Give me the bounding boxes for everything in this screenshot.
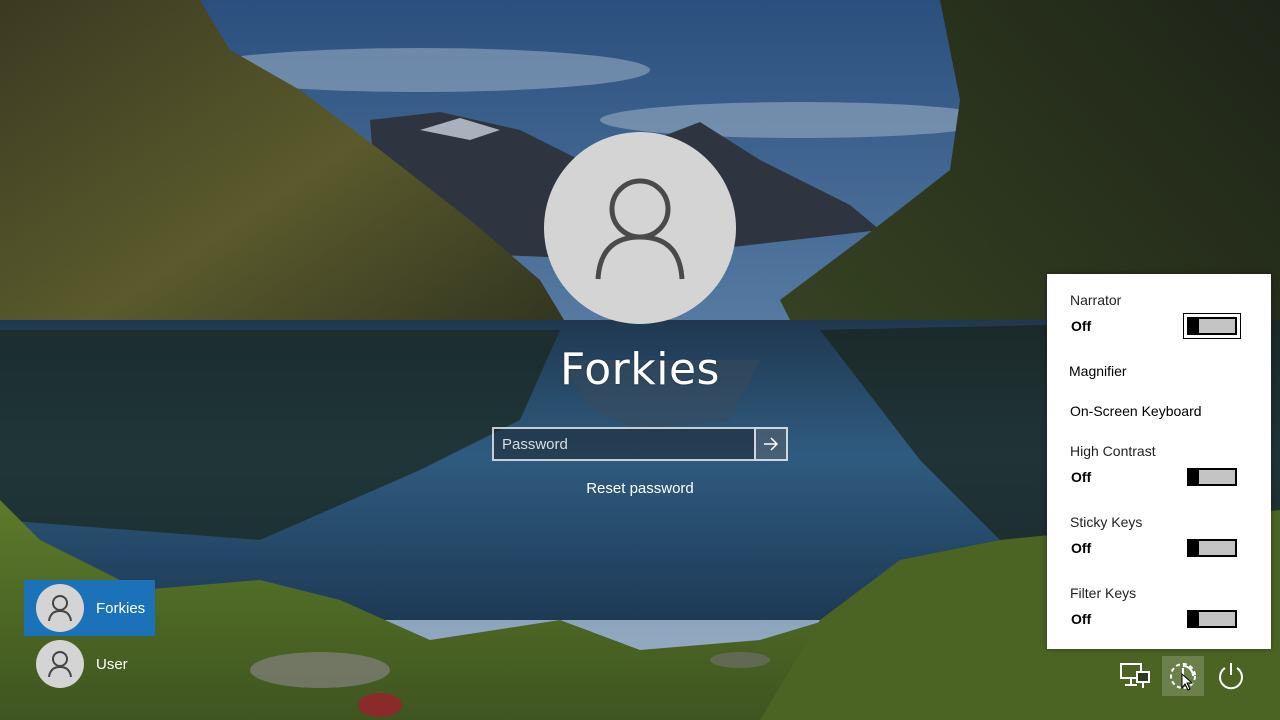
network-icon (1120, 663, 1150, 688)
avatar (36, 640, 84, 688)
avatar (36, 584, 84, 632)
user-name: Forkies (96, 599, 146, 617)
narrator-toggle[interactable] (1183, 313, 1241, 339)
high-contrast-state: Off (1071, 469, 1092, 485)
password-input[interactable] (492, 427, 754, 461)
power-button[interactable] (1210, 656, 1252, 696)
filter-keys-toggle[interactable] (1187, 610, 1237, 628)
narrator-state: Off (1071, 318, 1092, 334)
user-name: User (96, 655, 128, 673)
filter-keys-label: Filter Keys (1070, 585, 1137, 601)
sticky-keys-state: Off (1071, 540, 1092, 556)
onscreen-keyboard-item[interactable]: On-Screen Keyboard (1070, 403, 1202, 419)
submit-button[interactable] (754, 427, 788, 461)
toggle-knob (1189, 319, 1199, 333)
magnifier-item[interactable]: Magnifier (1069, 363, 1127, 379)
user-tile-user[interactable]: User (24, 636, 155, 692)
username-title: Forkies (560, 344, 720, 395)
password-box (492, 427, 788, 461)
high-contrast-label: High Contrast (1070, 443, 1156, 459)
ease-of-access-button[interactable] (1162, 656, 1204, 696)
sticky-keys-label: Sticky Keys (1070, 514, 1143, 530)
ease-of-access-flyout: Narrator Off Magnifier On-Screen Keyboar… (1047, 274, 1271, 649)
user-avatar (544, 132, 736, 324)
toggle-knob (1189, 470, 1199, 484)
filter-keys-state: Off (1071, 611, 1092, 627)
arrow-right-icon (764, 437, 779, 451)
user-icon (595, 178, 685, 280)
toggle-knob (1189, 612, 1199, 626)
toggle-knob (1189, 541, 1199, 555)
narrator-label: Narrator (1070, 292, 1122, 308)
network-button[interactable] (1114, 656, 1156, 696)
ease-of-access-icon (1170, 663, 1196, 691)
reset-password-link[interactable]: Reset password (540, 480, 740, 497)
power-icon (1219, 663, 1243, 690)
user-icon (48, 595, 72, 622)
user-tile-forkies[interactable]: Forkies (24, 580, 155, 636)
sticky-keys-toggle[interactable] (1187, 539, 1237, 557)
user-icon (48, 651, 72, 678)
high-contrast-toggle[interactable] (1187, 468, 1237, 486)
